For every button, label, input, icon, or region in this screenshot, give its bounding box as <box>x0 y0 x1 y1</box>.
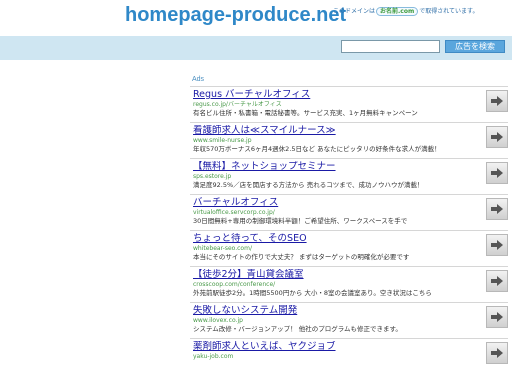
ad-item[interactable]: 【無料】ネットショップセミナー sps.estore.jp 満足度92.5%／店… <box>190 158 508 194</box>
domain-registration-note: このドメインは お名前.com で取得されています。 <box>333 7 479 16</box>
ad-url[interactable]: regus.co.jp/バーチャルオフィス <box>193 101 282 109</box>
arrow-right-icon[interactable] <box>486 90 508 112</box>
domain-note-prefix: このドメインは <box>333 8 376 15</box>
ad-title-link[interactable]: 看護師求人は≪スマイルナース≫ <box>193 125 478 137</box>
ad-item[interactable]: Regus バーチャルオフィス regus.co.jp/バーチャルオフィス 有名… <box>190 86 508 122</box>
ad-title-link[interactable]: Regus バーチャルオフィス <box>193 89 478 101</box>
ad-description: 年収570万ボーナス6ヶ月4週休2.5日など あなたにピッタリの好条件な求人が満… <box>193 145 441 153</box>
domain-note-suffix: で取得されています。 <box>419 8 479 15</box>
ad-url[interactable]: www.ilovex.co.jp <box>193 317 243 325</box>
search-ads-button[interactable]: 広告を検索 <box>445 40 505 53</box>
ad-description: システム改修・バージョンアップ！ 他社のプログラムも修正できます。 <box>193 325 402 333</box>
ad-url[interactable]: virtualoffice.servcorp.co.jp/ <box>193 209 275 217</box>
ad-title-link[interactable]: 失敗しないシステム開発 <box>193 305 478 317</box>
search-input[interactable] <box>341 40 440 53</box>
ad-item[interactable]: 薬剤師求人といえば、ヤクジョブ yaku-job.com <box>190 338 508 374</box>
ad-description: 本当にそのサイトの作りで大丈夫？ まずはターゲットの明確化が必要です <box>193 253 410 261</box>
ad-title-link[interactable]: 【無料】ネットショップセミナー <box>193 161 478 173</box>
ad-url[interactable]: sps.estore.jp <box>193 173 231 181</box>
ad-item[interactable]: 失敗しないシステム開発 www.ilovex.co.jp システム改修・バージョ… <box>190 302 508 338</box>
ad-description: 有名ビル住所・私書箱・電話秘書等。サービス充実、1ヶ月無料キャンペーン <box>193 109 418 117</box>
ad-url[interactable]: yaku-job.com <box>193 353 233 361</box>
ad-item[interactable]: 看護師求人は≪スマイルナース≫ www.smile-nurse.jp 年収570… <box>190 122 508 158</box>
arrow-right-icon[interactable] <box>486 306 508 328</box>
ad-title-link[interactable]: バーチャルオフィス <box>193 197 478 209</box>
ad-description: 満足度92.5%／店を開店する方法から 売れるコツまで、成功ノウハウが満載！ <box>193 181 424 189</box>
ads-list: Regus バーチャルオフィス regus.co.jp/バーチャルオフィス 有名… <box>190 86 508 374</box>
ad-title-link[interactable]: ちょっと待って、そのSEO <box>193 233 478 245</box>
ad-item[interactable]: バーチャルオフィス virtualoffice.servcorp.co.jp/ … <box>190 194 508 230</box>
ads-label: Ads <box>192 76 205 83</box>
ad-item[interactable]: 【徒歩2分】青山貸会議室 crosscoop.com/conference/ 外… <box>190 266 508 302</box>
ad-url[interactable]: whitebear-seo.com/ <box>193 245 252 253</box>
arrow-right-icon[interactable] <box>486 270 508 292</box>
site-title: homepage-produce.net <box>125 4 347 26</box>
ad-url[interactable]: www.smile-nurse.jp <box>193 137 252 145</box>
ad-title-link[interactable]: 【徒歩2分】青山貸会議室 <box>193 269 478 281</box>
arrow-right-icon[interactable] <box>486 342 508 364</box>
search-bar: 広告を検索 <box>0 36 512 60</box>
registrar-logo[interactable]: お名前.com <box>376 7 419 16</box>
arrow-right-icon[interactable] <box>486 126 508 148</box>
arrow-right-icon[interactable] <box>486 198 508 220</box>
arrow-right-icon[interactable] <box>486 234 508 256</box>
ad-item[interactable]: ちょっと待って、そのSEO whitebear-seo.com/ 本当にそのサイ… <box>190 230 508 266</box>
ad-title-link[interactable]: 薬剤師求人といえば、ヤクジョブ <box>193 341 478 353</box>
arrow-right-icon[interactable] <box>486 162 508 184</box>
ad-description: 30日間無料+専用の制御環境料半額！ご希望住所、ワークスペースを手で <box>193 217 408 225</box>
ad-url[interactable]: crosscoop.com/conference/ <box>193 281 275 289</box>
ad-description: 外苑前駅徒歩2分。1時間5500円から 大小・8室の会議室あり。空き状況はこちら <box>193 289 432 297</box>
